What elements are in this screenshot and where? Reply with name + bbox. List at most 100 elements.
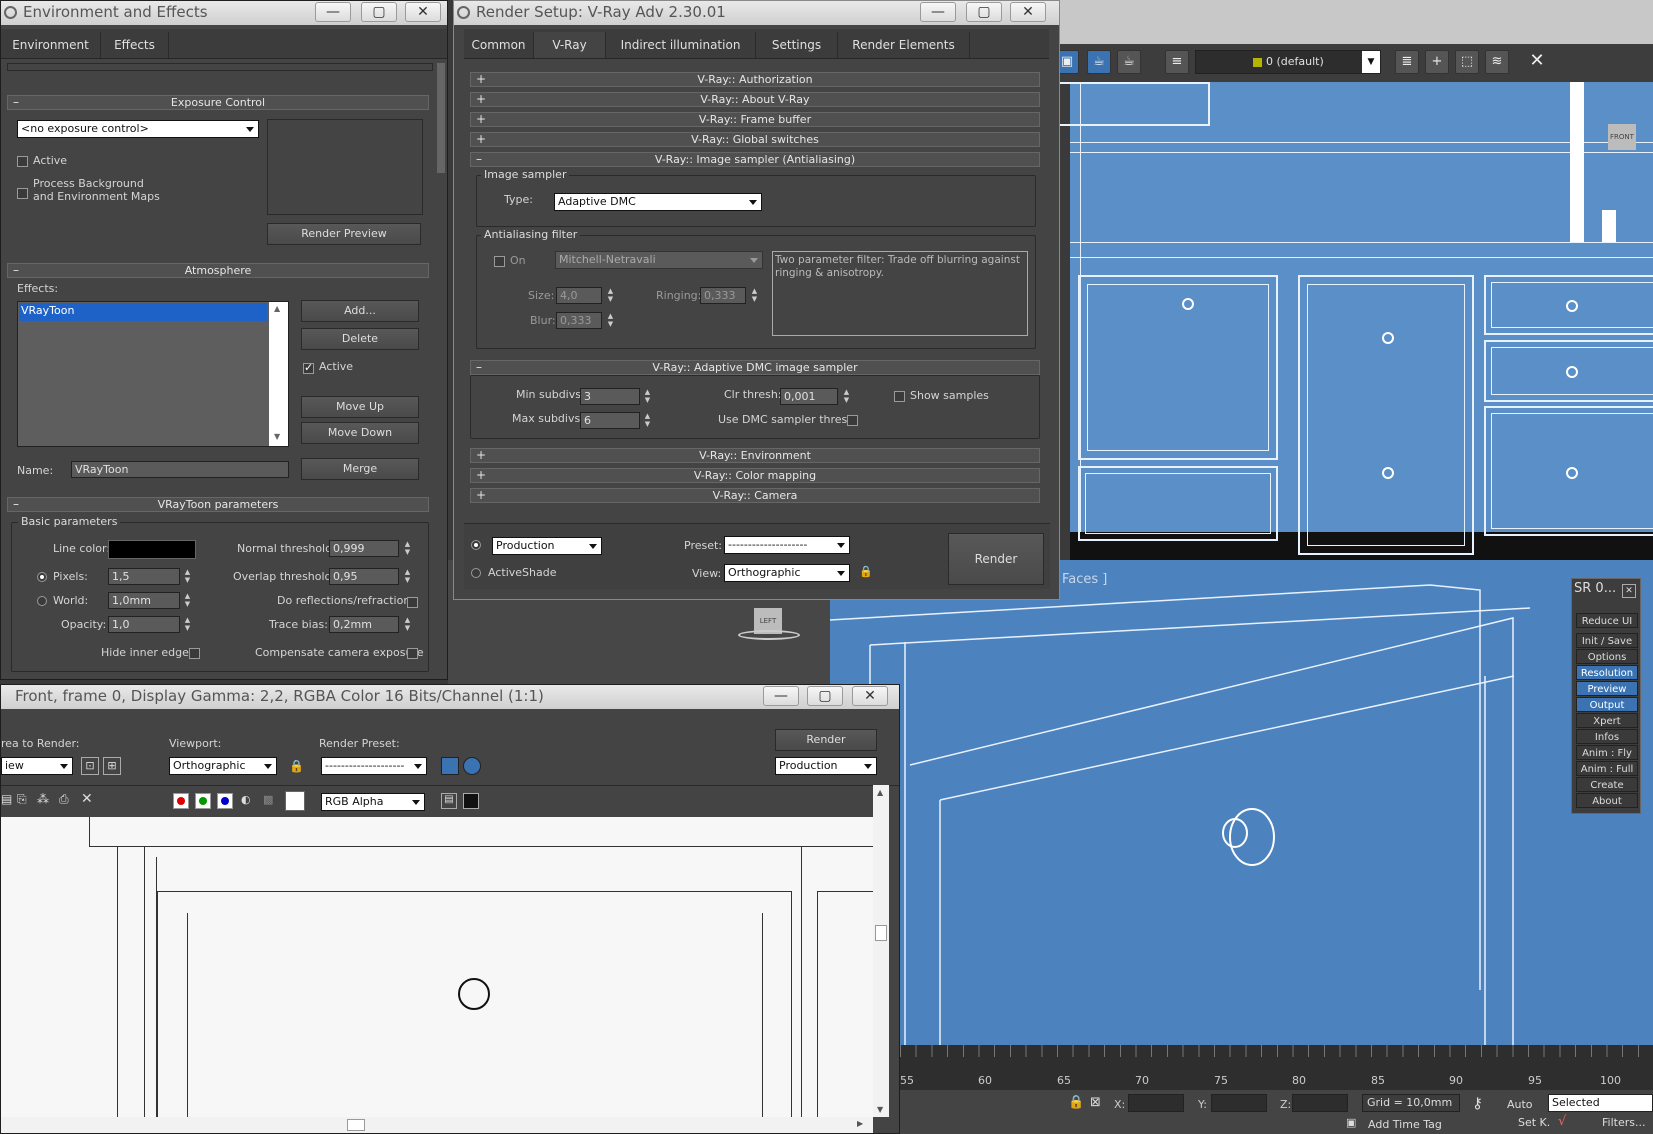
environment-icon[interactable] xyxy=(463,757,481,775)
plus-icon[interactable]: + xyxy=(1425,50,1449,74)
scroll-down-icon[interactable]: ▼ xyxy=(877,1105,883,1114)
effects-list-item[interactable]: VRayToon xyxy=(19,303,267,321)
spinner-icon[interactable]: ▲ ▼ xyxy=(183,616,192,633)
fb-vscrollbar[interactable]: ▲ ▼ xyxy=(873,785,889,1117)
close-button[interactable]: ✕ xyxy=(405,2,441,22)
sr-options[interactable]: Options xyxy=(1576,649,1638,664)
maximize-button[interactable]: ▢ xyxy=(807,686,843,706)
add-time-tag[interactable]: Add Time Tag xyxy=(1368,1118,1442,1131)
line-color-swatch[interactable] xyxy=(108,540,196,559)
mono-icon[interactable]: ▩ xyxy=(263,793,273,806)
layer-dropdown[interactable]: 0 (default) ▼ xyxy=(1195,50,1381,74)
sr-anim-full[interactable]: Anim : Full xyxy=(1576,761,1638,776)
time-tag-icon[interactable]: ▣ xyxy=(1346,1116,1356,1129)
timeline[interactable]: 55 60 65 70 75 80 85 90 95 100 xyxy=(900,1045,1653,1090)
overlap-threshold-field[interactable]: 0,95 xyxy=(329,568,399,585)
compensate-checkbox[interactable] xyxy=(407,648,418,659)
tab-environment[interactable]: Environment xyxy=(1,32,101,58)
merge-button[interactable]: Merge xyxy=(301,458,419,480)
lock-icon[interactable]: 🔒 xyxy=(858,565,874,581)
rs-render-button[interactable]: Render xyxy=(948,533,1044,585)
spinner-icon[interactable]: ▲ ▼ xyxy=(643,412,652,429)
move-down-button[interactable]: Move Down xyxy=(301,422,419,444)
scroll-down-icon[interactable]: ▼ xyxy=(274,432,280,441)
viewport-dropdown[interactable]: Orthographic xyxy=(169,757,277,775)
auto-region-icon[interactable]: ⊞ xyxy=(103,757,121,775)
spinner-icon[interactable]: ▲ ▼ xyxy=(183,592,192,609)
sr-anim-fly[interactable]: Anim : Fly xyxy=(1576,745,1638,760)
render-preview-button[interactable]: Render Preview xyxy=(267,223,421,245)
use-dmc-checkbox[interactable] xyxy=(847,415,858,426)
tab-effects[interactable]: Effects xyxy=(101,32,169,58)
world-radio[interactable] xyxy=(37,596,47,606)
delete-effect-button[interactable]: Delete xyxy=(301,328,419,350)
fb-hscrollbar[interactable]: ▶ xyxy=(1,1117,873,1133)
scroll-up-icon[interactable]: ▲ xyxy=(274,304,280,313)
alpha-icon[interactable]: ◐ xyxy=(241,793,251,806)
sr-xpert[interactable]: Xpert xyxy=(1576,713,1638,728)
green-channel-icon[interactable] xyxy=(195,793,211,809)
rollout-about[interactable]: + V-Ray:: About V-Ray xyxy=(470,92,1040,107)
print-icon[interactable]: ⎙ xyxy=(59,792,69,807)
tab-vray[interactable]: V-Ray xyxy=(534,32,606,58)
z-field[interactable] xyxy=(1292,1094,1348,1112)
transform-icon[interactable]: ⊠ xyxy=(1090,1095,1101,1110)
spinner-icon[interactable]: ▲ ▼ xyxy=(403,616,412,633)
show-samples-checkbox[interactable] xyxy=(894,391,905,402)
spinner-icon[interactable]: ▲ ▼ xyxy=(606,312,615,329)
close-button[interactable]: ✕ xyxy=(852,686,888,706)
opacity-field[interactable]: 1,0 xyxy=(108,616,180,633)
maximize-button[interactable]: ▢ xyxy=(966,2,1002,22)
minimize-button[interactable]: — xyxy=(763,686,799,706)
tab-settings[interactable]: Settings xyxy=(756,32,838,58)
move-up-button[interactable]: Move Up xyxy=(301,396,419,418)
sampler-type-dropdown[interactable]: Adaptive DMC xyxy=(554,193,762,211)
channel-dropdown[interactable]: RGB Alpha xyxy=(321,793,425,811)
sr-resolution[interactable]: Resolution xyxy=(1576,665,1638,680)
tab-common[interactable]: Common xyxy=(464,32,534,58)
minimize-button[interactable]: — xyxy=(315,2,351,22)
exposure-rollout-header[interactable]: – Exposure Control xyxy=(7,95,429,110)
sr-preview[interactable]: Preview xyxy=(1576,681,1638,696)
render-setup-icon[interactable] xyxy=(441,757,459,775)
swatch-white[interactable] xyxy=(285,791,305,811)
rollout-frame-buffer[interactable]: + V-Ray:: Frame buffer xyxy=(470,112,1040,127)
key-icon[interactable]: ⚷ xyxy=(1472,1094,1483,1112)
activeshade-radio[interactable] xyxy=(471,568,481,578)
hide-inner-checkbox[interactable] xyxy=(189,648,200,659)
normal-threshold-field[interactable]: 0,999 xyxy=(329,540,399,557)
pixels-field[interactable]: 1,5 xyxy=(108,568,180,585)
clr-thresh-field[interactable]: 0,001 xyxy=(780,388,838,405)
process-bg-checkbox[interactable] xyxy=(17,188,28,199)
view-dropdown[interactable]: Orthographic xyxy=(724,564,850,582)
trace-bias-field[interactable]: 0,2mm xyxy=(329,616,399,633)
spinner-icon[interactable]: ▲ ▼ xyxy=(842,388,851,405)
perspective-viewport[interactable]: Faces ] xyxy=(830,560,1653,1045)
close-icon[interactable]: ✕ xyxy=(1525,50,1549,74)
blue-channel-icon[interactable] xyxy=(217,793,233,809)
list-scrollbar[interactable]: ▲ ▼ xyxy=(269,302,288,446)
set-key-button[interactable]: Set K. xyxy=(1518,1116,1550,1129)
copy-icon[interactable]: ⎘ xyxy=(17,792,27,807)
production-radio[interactable] xyxy=(471,540,481,550)
rollout-adaptive-dmc[interactable]: – V-Ray:: Adaptive DMC image sampler xyxy=(470,360,1040,375)
exposure-type-dropdown[interactable]: <no exposure control> xyxy=(17,120,259,138)
sr-close-icon[interactable]: ✕ xyxy=(1622,584,1636,598)
rs-titlebar[interactable]: Render Setup: V-Ray Adv 2.30.01 — ▢ ✕ xyxy=(454,1,1059,25)
clone-icon[interactable]: ⁂ xyxy=(37,792,49,806)
blur-field[interactable]: 0,333 xyxy=(556,312,602,329)
freeze-layer-icon[interactable]: ≋ xyxy=(1485,50,1509,74)
display-toggle2-icon[interactable] xyxy=(463,793,479,809)
tab-render-elements[interactable]: Render Elements xyxy=(838,32,970,58)
sr-about[interactable]: About xyxy=(1576,793,1638,808)
auto-key-button[interactable]: Auto xyxy=(1507,1098,1533,1111)
spinner-icon[interactable]: ▲ ▼ xyxy=(403,568,412,585)
aa-on-checkbox[interactable] xyxy=(494,256,505,267)
rollout-authorization[interactable]: + V-Ray:: Authorization xyxy=(470,72,1040,87)
spinner-icon[interactable]: ▲ ▼ xyxy=(403,540,412,557)
filters-button[interactable]: Filters... xyxy=(1602,1116,1645,1129)
front-viewport[interactable]: FRONT xyxy=(1020,82,1653,560)
tab-indirect[interactable]: Indirect illumination xyxy=(606,32,756,58)
spinner-icon[interactable]: ▲ ▼ xyxy=(183,568,192,585)
layer-manager-icon[interactable]: ≡ xyxy=(1165,50,1189,74)
